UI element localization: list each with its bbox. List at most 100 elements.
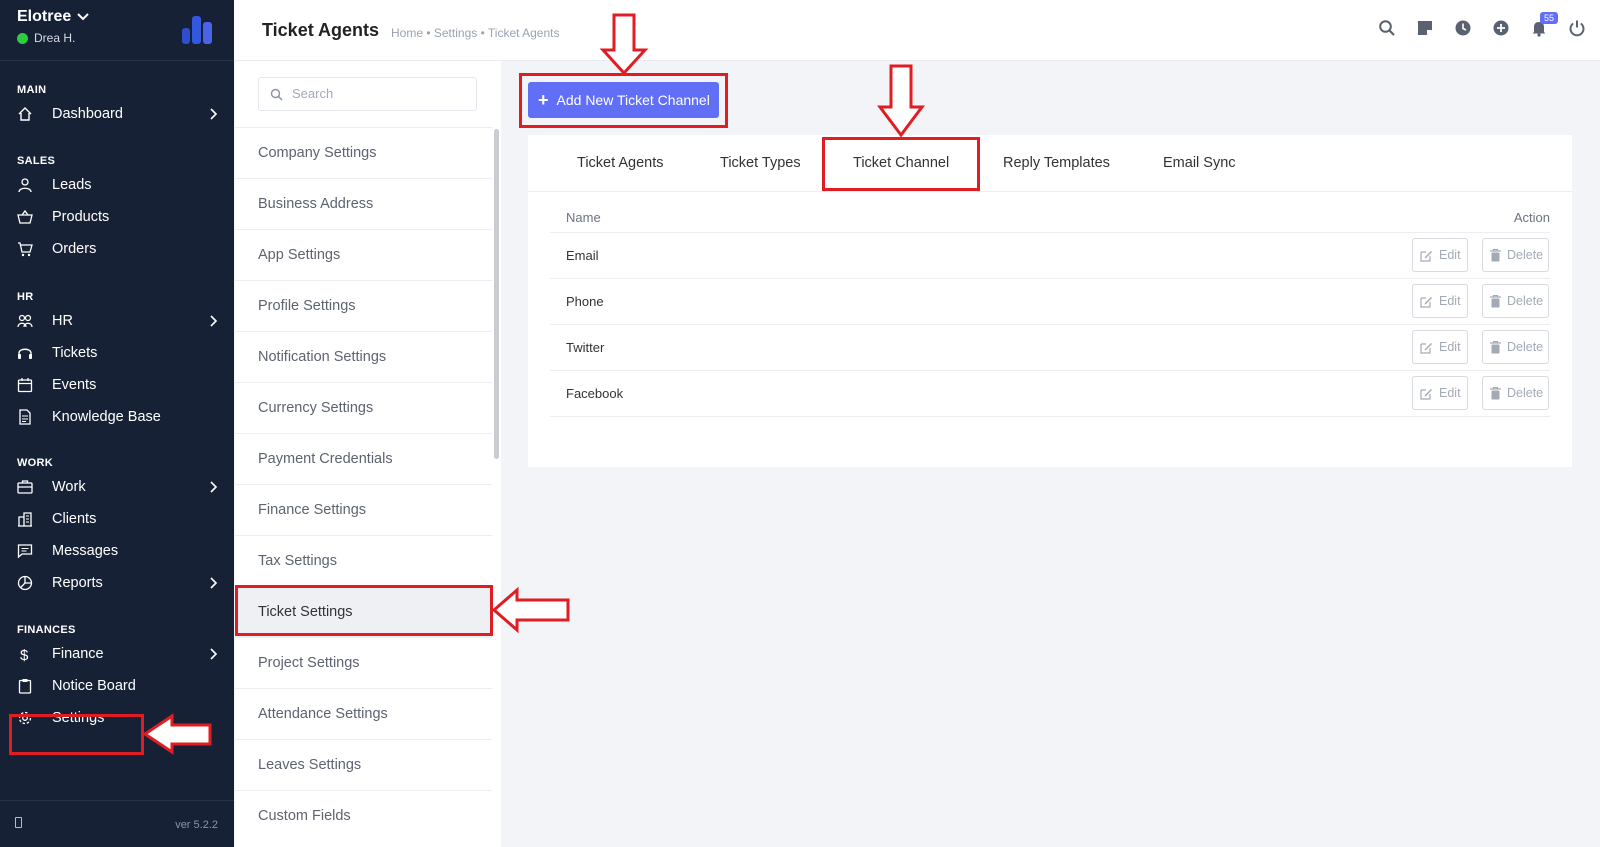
sidebar-item-messages[interactable]: Messages <box>0 537 234 565</box>
trash-icon <box>1490 386 1501 399</box>
app-version: ver 5.2.2 <box>175 819 218 831</box>
channel-name: Facebook <box>566 386 624 401</box>
search-icon[interactable] <box>1378 19 1396 37</box>
edit-button[interactable]: Edit <box>1412 284 1468 318</box>
delete-button[interactable]: Delete <box>1482 284 1549 318</box>
home-icon <box>18 107 32 121</box>
delete-button[interactable]: Delete <box>1482 238 1549 272</box>
edit-button[interactable]: Edit <box>1412 238 1468 272</box>
sidebar-item-dashboard[interactable]: Dashboard <box>0 100 234 128</box>
trash-icon <box>1490 294 1501 307</box>
tab-ticket-types[interactable]: Ticket Types <box>720 155 801 171</box>
section-title-main: MAIN <box>17 84 47 96</box>
brand[interactable]: Elotree Drea H. <box>17 8 89 45</box>
menu-item-project-settings[interactable]: Project Settings <box>235 637 492 688</box>
sidebar-item-label: Orders <box>52 241 97 257</box>
settings-search[interactable] <box>258 77 477 111</box>
menu-item-notification-settings[interactable]: Notification Settings <box>235 331 492 382</box>
mobile-icon[interactable] <box>15 817 22 828</box>
channel-name: Phone <box>566 294 604 309</box>
tab-email-sync[interactable]: Email Sync <box>1163 155 1236 171</box>
section-title-finances: FINANCES <box>17 624 76 636</box>
menu-item-profile-settings[interactable]: Profile Settings <box>235 280 492 331</box>
sidebar-item-label: Messages <box>52 543 119 559</box>
settings-menu: Company Settings Business Address App Se… <box>235 61 501 847</box>
menu-item-tax-settings[interactable]: Tax Settings <box>235 535 492 586</box>
edit-label: Edit <box>1439 386 1461 400</box>
tab-ticket-agents[interactable]: Ticket Agents <box>577 155 664 171</box>
table-header: Name Action <box>550 210 1550 233</box>
edit-label: Edit <box>1439 340 1461 354</box>
sidebar-item-orders[interactable]: Orders <box>0 235 234 263</box>
menu-item-payment-credentials[interactable]: Payment Credentials <box>235 433 492 484</box>
channel-name: Email <box>566 248 599 263</box>
document-icon <box>19 409 31 425</box>
plus-circle-icon[interactable] <box>1492 19 1510 37</box>
edit-button[interactable]: Edit <box>1412 376 1468 410</box>
user-name: Drea H. <box>34 31 76 45</box>
sidebar-item-finance[interactable]: $ Finance <box>0 640 234 668</box>
search-icon <box>270 88 283 101</box>
highlight-box-add-button <box>519 73 728 128</box>
column-header-name: Name <box>566 210 601 225</box>
sidebar-item-hr[interactable]: HR <box>0 307 234 335</box>
sidebar-item-label: HR <box>52 313 73 329</box>
sidebar-item-notice-board[interactable]: Notice Board <box>0 672 234 700</box>
chevron-right-icon <box>210 108 218 120</box>
sidebar-item-label: Events <box>52 377 97 393</box>
power-icon[interactable] <box>1568 19 1586 37</box>
menu-item-company-settings[interactable]: Company Settings <box>235 127 492 178</box>
section-title-work: WORK <box>17 457 54 469</box>
delete-button[interactable]: Delete <box>1482 376 1549 410</box>
settings-search-input[interactable] <box>292 86 462 101</box>
menu-item-currency-settings[interactable]: Currency Settings <box>235 382 492 433</box>
sidebar-item-events[interactable]: Events <box>0 371 234 399</box>
sidebar-item-label: Clients <box>52 511 97 527</box>
menu-item-custom-fields[interactable]: Custom Fields <box>235 790 492 841</box>
table-row: Email Edit Delete <box>550 233 1550 279</box>
trash-icon <box>1490 248 1501 261</box>
menu-item-business-address[interactable]: Business Address <box>235 178 492 229</box>
tab-reply-templates[interactable]: Reply Templates <box>1003 155 1110 171</box>
edit-button[interactable]: Edit <box>1412 330 1468 364</box>
delete-button[interactable]: Delete <box>1482 330 1549 364</box>
sidebar-item-tickets[interactable]: Tickets <box>0 339 234 367</box>
delete-label: Delete <box>1507 248 1544 262</box>
ticket-tabs: Ticket Agents Ticket Types Ticket Channe… <box>528 135 1572 192</box>
menu-item-leaves-settings[interactable]: Leaves Settings <box>235 739 492 790</box>
settings-menu-scrollbar[interactable] <box>494 129 499 459</box>
pie-chart-icon <box>17 575 33 591</box>
top-bar: Ticket Agents Home • Settings • Ticket A… <box>234 0 1600 61</box>
menu-item-attendance-settings[interactable]: Attendance Settings <box>235 688 492 739</box>
calendar-icon <box>17 378 33 393</box>
sidebar-item-work[interactable]: Work <box>0 473 234 501</box>
sidebar-item-leads[interactable]: Leads <box>0 171 234 199</box>
basket-icon <box>17 209 33 224</box>
sidebar-item-clients[interactable]: Clients <box>0 505 234 533</box>
sidebar-item-label: Tickets <box>52 345 98 361</box>
section-title-sales: SALES <box>17 155 56 167</box>
clipboard-icon <box>18 679 32 694</box>
arrow-left-icon <box>491 586 570 634</box>
sidebar-item-products[interactable]: Products <box>0 203 234 231</box>
sidebar-item-knowledge-base[interactable]: Knowledge Base <box>0 403 234 431</box>
sidebar-item-label: Notice Board <box>52 678 136 694</box>
notifications[interactable]: 55 <box>1530 12 1559 37</box>
sidebar-item-label: Work <box>52 479 86 495</box>
chevron-right-icon <box>210 648 218 660</box>
menu-item-finance-settings[interactable]: Finance Settings <box>235 484 492 535</box>
sidebar-item-label: Finance <box>52 646 104 662</box>
sticky-note-icon[interactable] <box>1416 19 1434 37</box>
edit-label: Edit <box>1439 248 1461 262</box>
breadcrumb[interactable]: Home • Settings • Ticket Agents <box>391 26 559 40</box>
app-name: Elotree <box>17 8 72 25</box>
ticket-settings-card: Ticket Agents Ticket Types Ticket Channe… <box>528 135 1572 467</box>
sidebar-item-reports[interactable]: Reports <box>0 569 234 597</box>
sidebar-item-label: Knowledge Base <box>52 409 161 425</box>
delete-label: Delete <box>1507 294 1544 308</box>
chevron-right-icon <box>210 481 218 493</box>
menu-item-app-settings[interactable]: App Settings <box>235 229 492 280</box>
clock-icon[interactable] <box>1454 19 1472 37</box>
table-row: Twitter Edit Delete <box>550 325 1550 371</box>
channel-name: Twitter <box>566 340 605 355</box>
